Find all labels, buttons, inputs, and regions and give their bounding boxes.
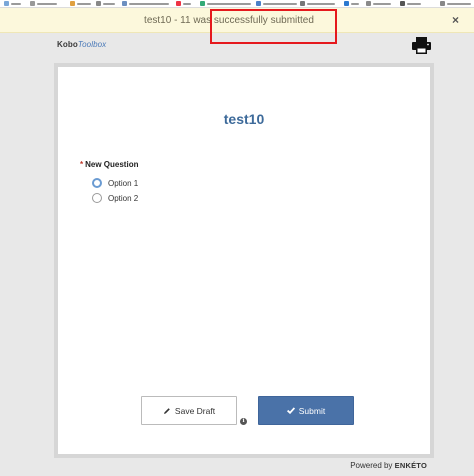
form-title: test10 <box>223 111 265 127</box>
bookmark-item[interactable] <box>440 0 471 7</box>
bookmark-item[interactable] <box>122 0 169 7</box>
bookmark-item[interactable] <box>344 0 359 7</box>
bookmarks-bar <box>0 0 474 8</box>
checkmark-icon <box>286 407 295 414</box>
option-label: Option 2 <box>108 193 139 203</box>
form-card: test10 * New Question Option 1 Option 2 S… <box>54 63 434 458</box>
close-icon[interactable]: × <box>452 14 459 26</box>
enketo-logo[interactable]: ENKÉTO <box>395 461 427 470</box>
bookmark-item[interactable] <box>400 0 421 7</box>
bookmark-item[interactable] <box>70 0 91 7</box>
submit-button[interactable]: Submit <box>258 396 354 425</box>
logo-text-toolbox: Toolbox <box>77 40 107 49</box>
option-label: Option 1 <box>108 178 139 188</box>
radio-button[interactable] <box>92 178 102 188</box>
save-draft-button[interactable]: Save Draft <box>141 396 237 425</box>
bookmark-item[interactable] <box>300 0 335 7</box>
required-marker: * <box>80 160 84 169</box>
kobotoolbox-logo[interactable]: KoboToolbox <box>57 40 106 49</box>
pencil-icon <box>163 407 170 414</box>
bookmark-item[interactable] <box>200 0 251 7</box>
logo-text-kobo: Kobo <box>57 40 78 49</box>
bookmark-item[interactable] <box>96 0 115 7</box>
question-text: New Question <box>85 160 139 169</box>
submit-label: Submit <box>298 405 326 416</box>
powered-by-footer: Powered by ENKÉTO <box>350 461 427 470</box>
powered-by-text: Powered by <box>350 461 393 470</box>
banner-message: test10 - 11 was successfully submitted <box>144 14 314 26</box>
save-draft-label: Save Draft <box>174 405 216 416</box>
success-banner: test10 - 11 was successfully submitted × <box>0 8 474 33</box>
question-label: * New Question <box>80 160 138 169</box>
info-icon[interactable]: i <box>240 418 247 425</box>
radio-button[interactable] <box>92 193 102 203</box>
bookmark-item[interactable] <box>4 0 21 7</box>
bookmark-item[interactable] <box>176 0 191 7</box>
bookmark-item[interactable] <box>30 0 57 7</box>
print-icon[interactable] <box>412 37 431 54</box>
page: test10 - 11 was successfully submitted ×… <box>0 0 474 476</box>
radio-option-1[interactable]: Option 1 <box>92 178 138 188</box>
bookmark-item[interactable] <box>366 0 391 7</box>
radio-option-2[interactable]: Option 2 <box>92 193 138 203</box>
bookmark-item[interactable] <box>256 0 297 7</box>
